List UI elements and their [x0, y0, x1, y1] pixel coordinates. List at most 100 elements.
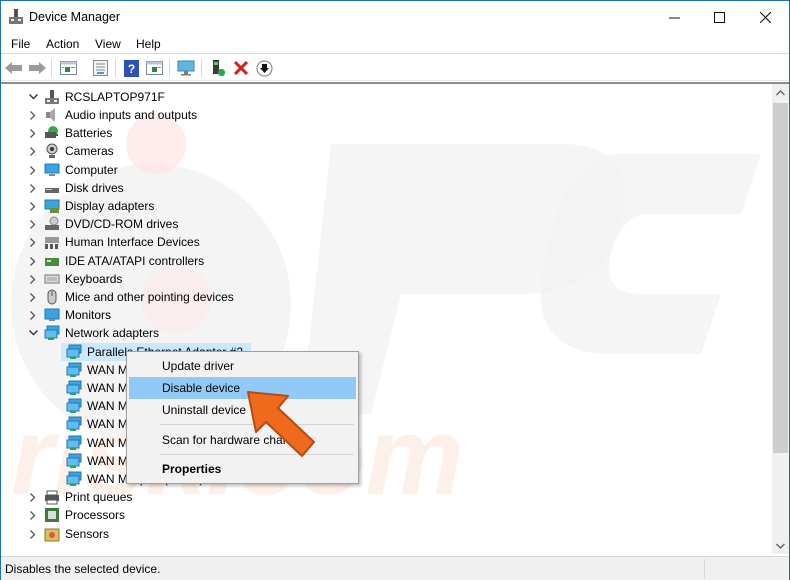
tree-device[interactable]: WAN M: [61, 415, 128, 433]
chevron-right-icon[interactable]: [27, 215, 39, 233]
tree-category[interactable]: Keyboards: [27, 270, 122, 288]
chevron-right-icon[interactable]: [27, 488, 39, 506]
help-button[interactable]: ?: [122, 59, 140, 77]
chevron-right-icon[interactable]: [27, 506, 39, 524]
tree-device[interactable]: WAN M: [61, 361, 128, 379]
monitor-icon: [44, 308, 60, 321]
back-button[interactable]: [5, 59, 23, 77]
network-adapter-icon: [66, 362, 82, 377]
action-pane-button[interactable]: [145, 59, 163, 77]
tree-item-label: Computer: [65, 163, 118, 177]
chevron-right-icon[interactable]: [27, 142, 39, 160]
tree-category[interactable]: Batteries: [27, 124, 112, 142]
toolbar-separator: [115, 59, 116, 77]
menu-view[interactable]: View: [95, 37, 121, 51]
tree-category[interactable]: Sensors: [27, 525, 109, 543]
vertical-scrollbar[interactable]: [772, 84, 789, 554]
scan-hardware-button[interactable]: [177, 59, 195, 77]
disable-device-button[interactable]: [255, 59, 273, 77]
tree-item-label: WAN M: [87, 381, 128, 395]
camera-icon: [46, 143, 58, 158]
device-manager-window: Device Manager File Action View Help ? R…: [0, 0, 790, 580]
tree-category[interactable]: Mice and other pointing devices: [27, 288, 234, 306]
hid-icon: [45, 237, 59, 249]
tree-item-label: IDE ATA/ATAPI controllers: [65, 254, 205, 268]
tree-category[interactable]: Audio inputs and outputs: [27, 106, 197, 124]
tree-root[interactable]: RCSLAPTOP971F: [27, 88, 165, 106]
tree-category[interactable]: Processors: [27, 506, 125, 524]
tree-item-label: Network adapters: [65, 326, 160, 340]
red-x-icon: [234, 61, 248, 75]
menu-action[interactable]: Action: [46, 37, 79, 51]
down-arrow-circle-icon: [256, 60, 272, 76]
tree-item-label: DVD/CD-ROM drives: [65, 217, 179, 231]
toolbar-separator: [169, 59, 170, 77]
tree-category[interactable]: Print queues: [27, 488, 132, 506]
scroll-thumb[interactable]: [773, 103, 788, 453]
scroll-down-button[interactable]: [772, 537, 789, 554]
console-tree-button[interactable]: [59, 59, 77, 77]
title-bar[interactable]: Device Manager: [1, 1, 789, 33]
printer-icon: [45, 490, 59, 505]
network-adapter-icon: [44, 325, 60, 340]
processor-icon: [45, 508, 59, 522]
chevron-right-icon[interactable]: [27, 106, 39, 124]
chevron-right-icon[interactable]: [27, 525, 39, 543]
chevron-right-icon[interactable]: [27, 197, 39, 215]
maximize-button[interactable]: [696, 1, 742, 33]
tree-category[interactable]: Network adapters: [27, 324, 159, 342]
network-adapter-icon: [66, 453, 82, 468]
keyboard-icon: [44, 274, 60, 284]
tree-device[interactable]: WAN M: [61, 379, 128, 397]
toolbar-separator: [51, 59, 52, 77]
arrow-left-icon: [5, 62, 22, 74]
chevron-down-icon[interactable]: [27, 88, 39, 106]
chevron-right-icon[interactable]: [27, 179, 39, 197]
menu-item-update-driver[interactable]: Update driver: [129, 355, 356, 377]
chevron-right-icon[interactable]: [27, 124, 39, 142]
minimize-button[interactable]: [651, 1, 697, 33]
network-adapter-icon: [66, 398, 82, 413]
update-driver-button[interactable]: [209, 59, 227, 77]
properties-button[interactable]: [91, 59, 109, 77]
computer-icon: [44, 163, 60, 176]
orange-pointer-arrow-icon: [247, 391, 315, 457]
chevron-right-icon[interactable]: [27, 288, 39, 306]
menu-help[interactable]: Help: [136, 37, 161, 51]
chevron-right-icon[interactable]: [27, 270, 39, 288]
status-text: Disables the selected device.: [5, 562, 161, 576]
chevron-right-icon[interactable]: [27, 161, 39, 179]
menu-file[interactable]: File: [11, 37, 30, 51]
chevron-right-icon[interactable]: [27, 306, 39, 324]
menu-item-label: Properties: [162, 462, 222, 476]
chevron-right-icon[interactable]: [27, 233, 39, 251]
forward-button[interactable]: [28, 59, 46, 77]
tree-category[interactable]: IDE ATA/ATAPI controllers: [27, 252, 204, 270]
tree-device[interactable]: WAN M: [61, 397, 128, 415]
tree-category[interactable]: Monitors: [27, 306, 111, 324]
network-adapter-icon: [66, 344, 82, 359]
close-button[interactable]: [742, 1, 788, 33]
chevron-down-icon[interactable]: [27, 324, 39, 342]
tree-category[interactable]: Display adapters: [27, 197, 154, 215]
arrow-right-icon: [29, 62, 46, 74]
console-tree-icon: [59, 61, 77, 75]
tree-device[interactable]: WAN M: [61, 434, 128, 452]
tree-category[interactable]: DVD/CD-ROM drives: [27, 215, 178, 233]
network-adapter-icon: [66, 416, 82, 431]
tree-item-label: Processors: [65, 508, 126, 522]
tree-item-label: WAN M: [87, 363, 128, 377]
scroll-up-button[interactable]: [772, 84, 789, 101]
tree-category[interactable]: Computer: [27, 161, 118, 179]
svg-text:?: ?: [127, 62, 134, 76]
device-tree-pane[interactable]: risk.com RCSLAPTOP971F Audio inputs and …: [1, 82, 789, 554]
update-driver-icon: [213, 60, 225, 76]
disk-drive-icon: [45, 188, 59, 193]
tree-category[interactable]: Cameras: [27, 142, 114, 160]
status-bar: Disables the selected device.: [1, 556, 789, 580]
uninstall-device-button[interactable]: [232, 59, 250, 77]
menu-item-label: Update driver: [162, 359, 235, 373]
tree-category[interactable]: Disk drives: [27, 179, 124, 197]
tree-category[interactable]: Human Interface Devices: [27, 233, 200, 251]
chevron-right-icon[interactable]: [27, 252, 39, 270]
